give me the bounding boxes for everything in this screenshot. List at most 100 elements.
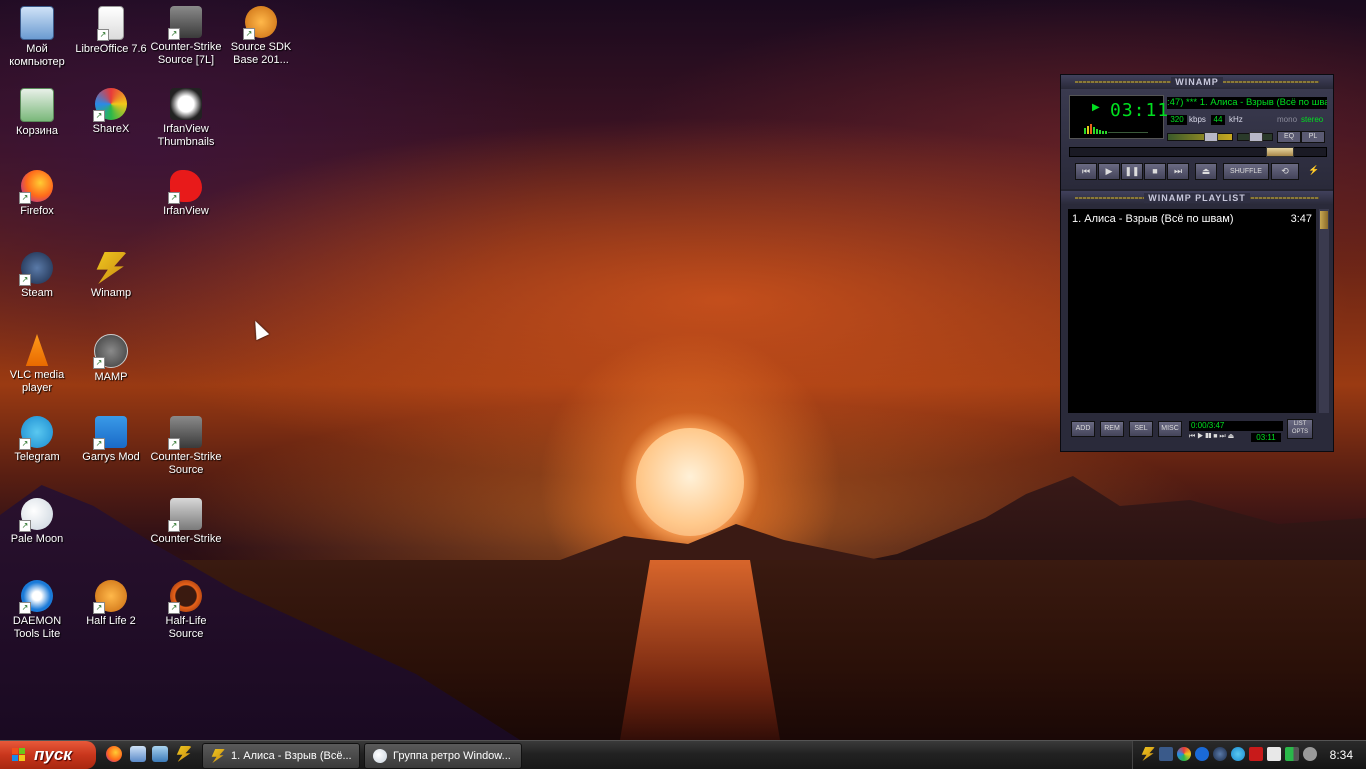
quicklaunch-explorer-icon[interactable] (152, 746, 168, 762)
volume-slider[interactable] (1167, 132, 1233, 142)
tray-shield-icon[interactable] (1249, 747, 1263, 761)
playlist-elapsed: 03:11 (1251, 433, 1281, 442)
desktop-icon-label: Корзина (16, 125, 58, 137)
seek-knob[interactable] (1266, 147, 1294, 157)
desktop-icon-label: Counter-Strike Source (150, 451, 222, 476)
recycle-bin-icon (20, 88, 54, 122)
volume-knob[interactable] (1204, 132, 1218, 142)
stop-button[interactable]: ■ (1144, 163, 1166, 180)
taskbar-button-pale-moon[interactable]: Группа ретро Window... (364, 743, 522, 769)
tray-telegram-icon[interactable] (1231, 747, 1245, 761)
taskbar-button-winamp[interactable]: 1. Алиса - Взрыв (Всё... (202, 743, 360, 769)
tray-sharex-icon[interactable] (1177, 747, 1191, 761)
desktop-icon-label: Telegram (14, 451, 60, 463)
mamp-icon: ↗ (93, 334, 128, 369)
tray-steam-icon[interactable] (1213, 747, 1227, 761)
playlist-scrollbar[interactable] (1319, 209, 1329, 413)
playlist-list-options-button[interactable]: LIST OPTS (1287, 419, 1313, 439)
playlist-item-title: 1. Алиса - Взрыв (Всё по швам) (1072, 213, 1234, 225)
kbps-label: kbps (1189, 115, 1206, 124)
winamp-window[interactable]: WINAMP ▶ 03:11 :47) *** 1. Алиса - Взрыв… (1060, 74, 1334, 452)
tray-volume-icon[interactable] (1303, 747, 1317, 761)
play-button[interactable]: ▶ (1098, 163, 1120, 180)
counter-strike-icon: ↗ (168, 416, 202, 450)
desktop-icon-counter-strike[interactable]: ↗ Counter-Strike (149, 498, 223, 546)
playlist-select-button[interactable]: SEL (1129, 421, 1153, 437)
desktop-icon-counter-strike-source-7l[interactable]: ↗ Counter-Strike Source [7L] (149, 6, 223, 67)
winamp-main-panel: WINAMP ▶ 03:11 :47) *** 1. Алиса - Взрыв… (1061, 75, 1333, 189)
playlist-toggle-button[interactable]: PL (1301, 131, 1325, 143)
repeat-button[interactable]: ⟲ (1271, 163, 1299, 180)
desktop-icon-irfanview-thumbnails[interactable]: IrfanView Thumbnails (149, 88, 223, 149)
desktop-icon-label: Half Life 2 (86, 615, 136, 627)
eq-toggle-button[interactable]: EQ (1277, 131, 1301, 143)
desktop-icon-recycle-bin[interactable]: Корзина (0, 88, 74, 138)
desktop: Мой компьютер Корзина ↗ Firefox ↗ Steam … (0, 0, 1366, 740)
tray-safely-remove-icon[interactable] (1267, 747, 1281, 761)
winamp-time-display[interactable]: ▶ 03:11 (1069, 95, 1168, 139)
mouse-cursor-icon (248, 317, 270, 341)
winamp-bolt-icon (211, 749, 225, 763)
desktop-icon-winamp[interactable]: Winamp (74, 252, 148, 300)
pause-button[interactable]: ❚❚ (1121, 163, 1143, 180)
playlist-list[interactable]: 1. Алиса - Взрыв (Всё по швам) 3:47 (1068, 209, 1316, 413)
balance-slider[interactable] (1237, 132, 1273, 142)
desktop-icon-pale-moon[interactable]: ↗ Pale Moon (0, 498, 74, 546)
desktop-icon-daemon-tools[interactable]: ↗ DAEMON Tools Lite (0, 580, 74, 641)
desktop-icon-firefox[interactable]: ↗ Firefox (0, 170, 74, 218)
playlist-titlebar[interactable]: WINAMP PLAYLIST (1061, 191, 1333, 205)
eject-button[interactable]: ⏏ (1195, 163, 1217, 180)
mono-indicator: mono (1277, 115, 1298, 124)
desktop-icon-libreoffice[interactable]: ↗ LibreOffice 7.6 (74, 6, 148, 56)
counter-strike-icon: ↗ (168, 498, 202, 532)
desktop-icon-half-life-source[interactable]: ↗ Half-Life Source (149, 580, 223, 641)
previous-button[interactable]: ⏮ (1075, 163, 1097, 180)
clock[interactable]: 8:34 (1330, 741, 1353, 769)
tray-bluetooth-icon[interactable] (1195, 747, 1209, 761)
balance-knob[interactable] (1249, 132, 1263, 142)
playlist-misc-button[interactable]: MISC (1158, 421, 1182, 437)
desktop-icon-irfanview[interactable]: ↗ IrfanView (149, 170, 223, 218)
quicklaunch-winamp-icon[interactable] (176, 746, 192, 762)
stereo-indicator: stereo (1301, 115, 1324, 124)
quicklaunch-show-desktop-icon[interactable] (130, 746, 146, 762)
quicklaunch-firefox-icon[interactable] (106, 746, 122, 762)
half-life-2-icon: ↗ (93, 580, 127, 614)
desktop-icon-steam[interactable]: ↗ Steam (0, 252, 74, 300)
desktop-icon-mamp[interactable]: ↗ MAMP (74, 334, 148, 384)
khz-value: 44 (1211, 115, 1225, 125)
vlc-cone-icon (25, 334, 49, 366)
shuffle-button[interactable]: SHUFFLE (1223, 163, 1269, 180)
playlist-item-duration: 3:47 (1290, 213, 1312, 225)
seek-bar[interactable] (1069, 147, 1327, 157)
desktop-icon-half-life-2[interactable]: ↗ Half Life 2 (74, 580, 148, 628)
winamp-bolt-icon (96, 252, 127, 284)
desktop-icon-vlc[interactable]: VLC media player (0, 334, 74, 395)
playlist-scroll-thumb[interactable] (1320, 211, 1328, 229)
winamp-logo-icon[interactable]: ⚡ (1305, 163, 1323, 178)
desktop-icon-label: Winamp (90, 287, 132, 299)
desktop-icon-my-computer[interactable]: Мой компьютер (0, 6, 74, 69)
winamp-time: 03:11 (1110, 100, 1170, 121)
tray-winamp-icon[interactable] (1141, 747, 1155, 761)
lambda-icon: ↗ (168, 580, 202, 614)
playlist-mini-transport[interactable]: ⏮ ▶ ❚❚ ■ ⏭ ⏏ (1189, 433, 1249, 441)
desktop-icon-label: Pale Moon (10, 533, 64, 545)
playlist-item[interactable]: 1. Алиса - Взрыв (Всё по швам) 3:47 (1072, 213, 1312, 225)
irfanview-splat-icon: ↗ (168, 170, 202, 204)
start-button[interactable]: пуск (0, 741, 96, 769)
tray-signal-icon[interactable] (1285, 747, 1299, 761)
playlist-add-button[interactable]: ADD (1071, 421, 1095, 437)
desktop-icon-telegram[interactable]: ↗ Telegram (0, 416, 74, 464)
tray-network-icon[interactable] (1159, 747, 1173, 761)
desktop-icon-label: DAEMON Tools Lite (12, 615, 62, 640)
sun (636, 428, 744, 536)
desktop-icon-sharex[interactable]: ↗ ShareX (74, 88, 148, 136)
desktop-icon-label: VLC media player (9, 369, 65, 394)
next-button[interactable]: ⏭ (1167, 163, 1189, 180)
playlist-remove-button[interactable]: REM (1100, 421, 1124, 437)
desktop-icon-garrys-mod[interactable]: ↗ Garrys Mod (74, 416, 148, 464)
desktop-icon-counter-strike-source[interactable]: ↗ Counter-Strike Source (149, 416, 223, 477)
desktop-icon-source-sdk[interactable]: ↗ Source SDK Base 201... (224, 6, 298, 67)
winamp-titlebar[interactable]: WINAMP (1061, 75, 1333, 89)
